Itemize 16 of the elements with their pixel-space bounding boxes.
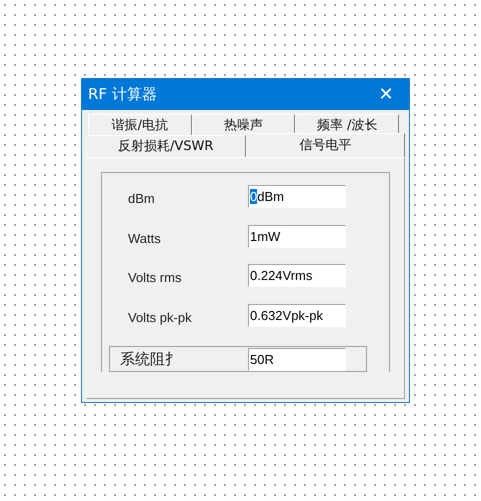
field-label: Volts pk-pk (128, 308, 193, 327)
tab[interactable]: 信号电平 (246, 133, 405, 157)
input-field[interactable]: 1mW (248, 224, 346, 248)
window-title: RF 计算器 (88, 84, 157, 106)
input-field[interactable]: 0.632Vpk-pk (248, 304, 346, 327)
field-label: dBm (128, 190, 156, 208)
field-label: Watts (128, 230, 162, 248)
input-field[interactable]: 50R (248, 348, 346, 370)
impedance-label: 系统阻扌 (120, 348, 181, 370)
input-field[interactable]: 0dBm (248, 185, 346, 208)
input-field[interactable]: 0.224Vrms (248, 264, 346, 288)
field-label: Volts rms (128, 269, 182, 287)
close-button[interactable]: ✕ (363, 80, 409, 110)
tab[interactable]: 反射损耗/VSWR (86, 135, 246, 157)
tab[interactable]: 热噪声 (192, 114, 296, 136)
tab[interactable]: 谐振/电抗 (88, 114, 192, 136)
